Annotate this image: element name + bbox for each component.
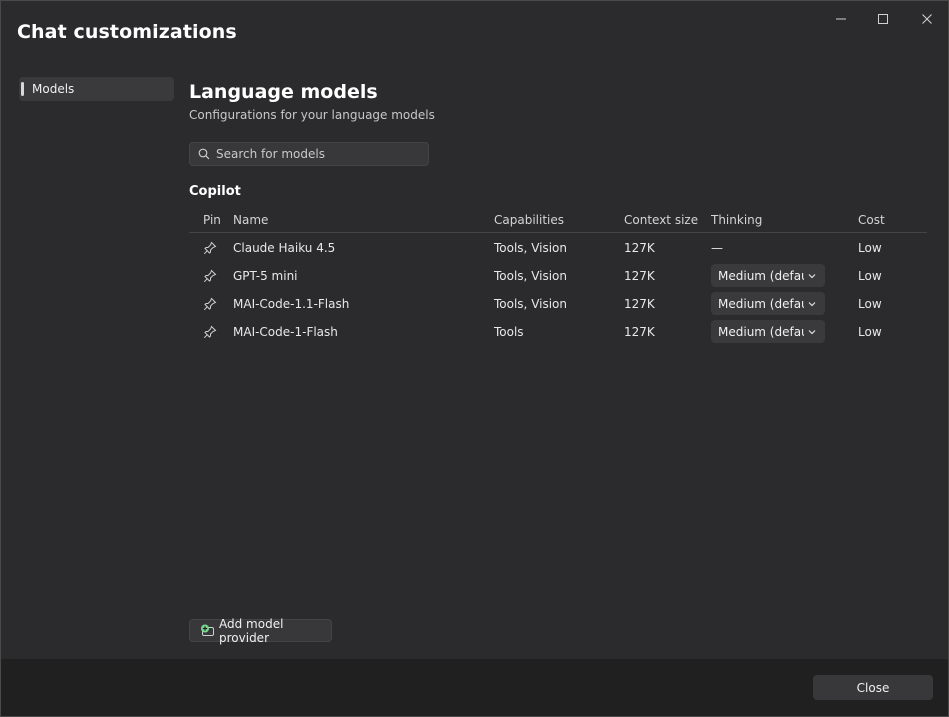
thinking-dropdown[interactable]: Medium (default)	[711, 264, 825, 287]
model-cost: Low	[858, 241, 882, 255]
add-provider-icon	[200, 624, 216, 638]
column-header-name[interactable]: Name	[233, 213, 268, 227]
group-title-copilot: Copilot	[189, 184, 241, 199]
model-capabilities: Tools, Vision	[494, 241, 568, 255]
search-icon	[198, 148, 210, 160]
sidebar-item-models[interactable]: Models	[19, 77, 174, 101]
close-window-button[interactable]	[909, 7, 945, 31]
model-context-size: 127K	[624, 325, 655, 339]
sidebar-item-label: Models	[32, 82, 75, 96]
pin-icon[interactable]	[203, 241, 217, 255]
chevron-down-icon	[807, 299, 817, 309]
models-table: Pin Name Capabilities Context size Think…	[189, 207, 927, 345]
add-model-provider-label: Add model provider	[219, 616, 284, 645]
search-box[interactable]	[189, 142, 429, 166]
table-row[interactable]: GPT-5 mini Tools, Vision 127K Medium (de…	[189, 261, 927, 289]
pin-icon[interactable]	[203, 325, 217, 339]
model-cost: Low	[858, 325, 882, 339]
model-name: GPT-5 mini	[233, 269, 298, 283]
chat-customizations-window: Chat customizations Models Language mode…	[0, 0, 949, 717]
model-cost: Low	[858, 269, 882, 283]
dialog-footer: Close	[1, 659, 948, 716]
table-row[interactable]: MAI-Code-1-Flash Tools 127K Medium (defa…	[189, 317, 927, 345]
thinking-dropdown-value: Medium (default)	[718, 296, 804, 311]
column-header-cost[interactable]: Cost	[858, 213, 885, 227]
minimize-button[interactable]	[823, 7, 859, 31]
model-name: MAI-Code-1.1-Flash	[233, 297, 350, 311]
thinking-dropdown[interactable]: Medium (default)	[711, 292, 825, 315]
maximize-button[interactable]	[865, 7, 901, 31]
table-row[interactable]: Claude Haiku 4.5 Tools, Vision 127K — Lo…	[189, 233, 927, 261]
model-name: Claude Haiku 4.5	[233, 241, 336, 255]
search-input[interactable]	[216, 147, 416, 161]
pin-icon[interactable]	[203, 297, 217, 311]
model-capabilities: Tools	[494, 325, 524, 339]
model-cost: Low	[858, 297, 882, 311]
table-header: Pin Name Capabilities Context size Think…	[189, 207, 927, 233]
chevron-down-icon	[807, 271, 817, 281]
close-button[interactable]: Close	[813, 675, 933, 700]
model-thinking: —	[711, 241, 723, 255]
model-capabilities: Tools, Vision	[494, 269, 568, 283]
close-icon	[922, 14, 932, 24]
column-header-capabilities[interactable]: Capabilities	[494, 213, 564, 227]
add-model-provider-button[interactable]: Add model provider	[189, 616, 332, 645]
model-capabilities: Tools, Vision	[494, 297, 568, 311]
column-header-context-size[interactable]: Context size	[624, 213, 698, 227]
pin-icon[interactable]	[203, 269, 217, 283]
column-header-thinking[interactable]: Thinking	[711, 213, 762, 227]
thinking-dropdown-value: Medium (default)	[718, 324, 804, 339]
thinking-dropdown[interactable]: Medium (default)	[711, 320, 825, 343]
model-context-size: 127K	[624, 241, 655, 255]
maximize-icon	[878, 14, 888, 24]
chevron-down-icon	[807, 327, 817, 337]
page-subtitle: Configurations for your language models	[189, 108, 435, 122]
thinking-dropdown-value: Medium (default)	[718, 268, 804, 283]
selection-indicator	[21, 82, 24, 96]
model-name: MAI-Code-1-Flash	[233, 325, 338, 339]
model-context-size: 127K	[624, 297, 655, 311]
model-context-size: 127K	[624, 269, 655, 283]
column-header-pin[interactable]: Pin	[203, 213, 221, 227]
window-title: Chat customizations	[17, 21, 237, 43]
page-title: Language models	[189, 81, 378, 103]
table-row[interactable]: MAI-Code-1.1-Flash Tools, Vision 127K Me…	[189, 289, 927, 317]
minimize-icon	[836, 18, 846, 20]
